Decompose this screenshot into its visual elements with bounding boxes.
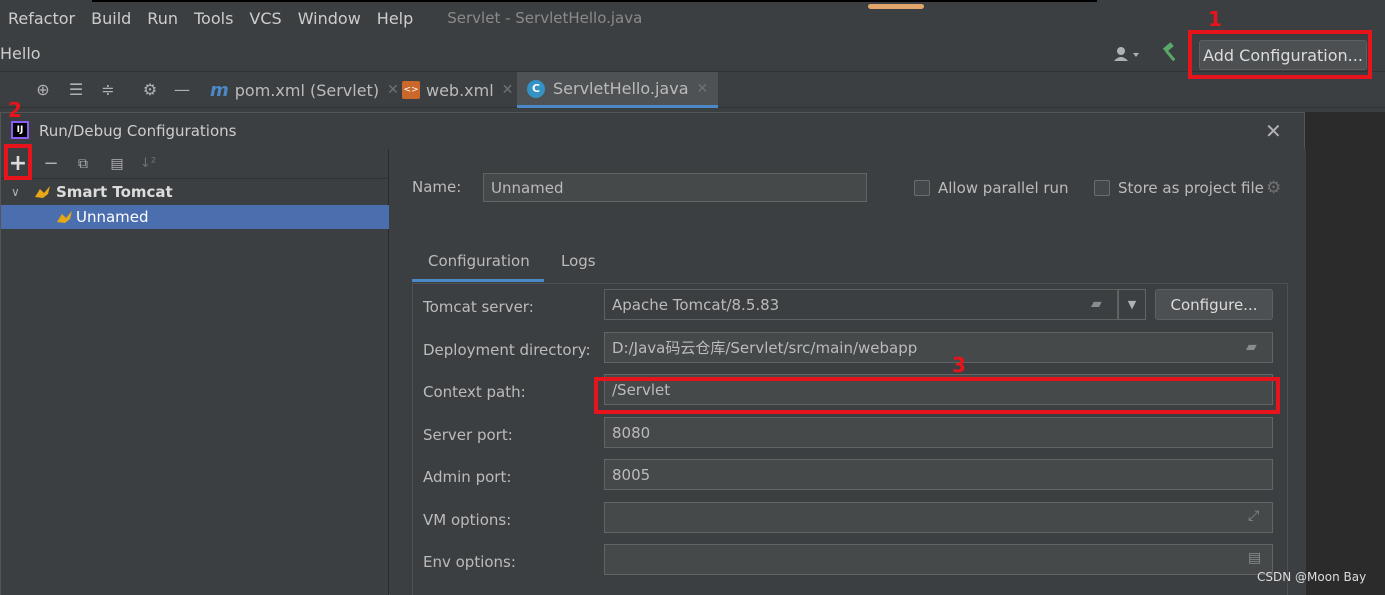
tomcat-icon — [34, 185, 52, 199]
document-icon[interactable]: ▤ — [1248, 550, 1261, 566]
deployment-dir-value: D:/Java码云仓库/Servlet/src/main/webapp — [612, 339, 918, 357]
annotation-box-2 — [4, 144, 32, 180]
admin-port-field[interactable]: 8005 — [604, 459, 1273, 490]
editor-background — [1305, 112, 1385, 595]
tomcat-icon — [56, 210, 74, 224]
config-tree-toolbar: + − ⧉ ▤ ↓² — [1, 149, 389, 179]
tree-group-label: Smart Tomcat — [56, 183, 173, 201]
allow-parallel-label: Allow parallel run — [938, 179, 1069, 197]
tab-configuration[interactable]: Configuration — [412, 252, 544, 282]
store-project-checkbox[interactable] — [1094, 180, 1110, 196]
tomcat-server-dropdown[interactable]: ▼ — [1118, 289, 1146, 320]
watermark: CSDN @Moon Bay — [1257, 570, 1367, 584]
progress-indicator — [868, 4, 924, 9]
allow-parallel-checkbox[interactable] — [914, 180, 930, 196]
annotation-number-1: 1 — [1208, 7, 1222, 31]
annotation-box-1 — [1188, 30, 1372, 79]
tab-logs[interactable]: Logs — [561, 252, 596, 270]
hide-icon[interactable]: — — [172, 80, 192, 100]
copy-icon[interactable]: ⧉ — [72, 153, 94, 175]
close-icon[interactable]: ✕ — [502, 82, 514, 98]
annotation-box-3 — [594, 377, 1280, 414]
main-toolbar: Hello — [0, 36, 1385, 72]
tomcat-server-value: Apache Tomcat/8.5.83 — [612, 295, 780, 314]
menu-run[interactable]: Run — [139, 9, 186, 28]
admin-port-value: 8005 — [612, 465, 651, 484]
menu-bar: Refactor Build Run Tools VCS Window Help… — [0, 0, 1385, 36]
menu-build[interactable]: Build — [83, 9, 139, 28]
configure-button[interactable]: Configure... — [1155, 289, 1273, 320]
tomcat-server-label: Tomcat server: — [423, 298, 534, 316]
context-path-label: Context path: — [423, 383, 526, 401]
store-project-label: Store as project file — [1118, 179, 1264, 197]
name-value: Unnamed — [491, 178, 564, 197]
config-tree-panel: + − ⧉ ▤ ↓² ∨ Smart Tomcat Unnamed — [1, 149, 389, 595]
deployment-dir-label: Deployment directory: — [423, 341, 591, 359]
menu-window[interactable]: Window — [290, 9, 369, 28]
project-breadcrumb[interactable]: Hello — [0, 44, 41, 63]
window-title: Servlet - ServletHello.java — [447, 9, 643, 27]
close-icon[interactable]: ✕ — [1265, 119, 1282, 143]
tab-label: web.xml — [426, 80, 494, 100]
annotation-number-2: 2 — [8, 98, 22, 122]
vm-options-label: VM options: — [423, 511, 512, 529]
sort-icon[interactable]: ↓² — [137, 153, 159, 175]
admin-port-label: Admin port: — [423, 468, 512, 486]
run-debug-dialog: IJ Run/Debug Configurations ✕ + − ⧉ ▤ ↓²… — [0, 112, 1306, 595]
expand-all-icon[interactable]: ☰ — [66, 80, 86, 100]
xml-file-icon: <> — [402, 81, 420, 99]
tomcat-server-select[interactable]: Apache Tomcat/8.5.83 ▰ — [604, 289, 1118, 320]
env-options-label: Env options: — [423, 553, 516, 571]
chevron-down-icon[interactable]: ∨ — [11, 185, 20, 199]
build-hammer-icon[interactable] — [1160, 42, 1182, 64]
chevron-down-icon: ▼ — [1127, 298, 1137, 311]
gear-icon[interactable]: ⚙ — [140, 80, 160, 100]
menu-refactor[interactable]: Refactor — [0, 9, 83, 28]
vm-options-field[interactable]: ⤢ — [604, 502, 1273, 533]
name-label: Name: — [412, 178, 462, 196]
deployment-dir-field[interactable]: D:/Java码云仓库/Servlet/src/main/webapp ▰ — [604, 332, 1273, 363]
tab-label: pom.xml (Servlet) — [234, 80, 380, 100]
name-field[interactable]: Unnamed — [483, 173, 867, 202]
tab-pom-xml[interactable]: m pom.xml (Servlet) ✕ — [210, 72, 399, 108]
menu-vcs[interactable]: VCS — [241, 9, 289, 28]
folder-icon[interactable]: ▰ — [1091, 296, 1102, 312]
tab-servlethello-java[interactable]: C ServletHello.java ✕ — [517, 72, 719, 108]
tab-label: ServletHello.java — [553, 79, 689, 98]
intellij-app-icon: IJ — [11, 121, 29, 139]
editor-tab-strip: ⊕ ☰ ≑ ⚙ — m pom.xml (Servlet) ✕ <> web.x… — [0, 72, 1385, 108]
collapse-all-icon[interactable]: ≑ — [98, 80, 118, 100]
locate-target-icon[interactable]: ⊕ — [33, 80, 53, 100]
config-detail-panel: Name: Unnamed Allow parallel run Store a… — [390, 149, 1306, 595]
annotation-number-3: 3 — [952, 353, 966, 377]
dialog-title: Run/Debug Configurations — [39, 122, 237, 140]
server-port-label: Server port: — [423, 426, 513, 444]
user-icon[interactable] — [1112, 45, 1144, 63]
env-options-field[interactable]: ▤ — [604, 544, 1273, 575]
top-border-line — [92, 0, 1097, 2]
menu-help[interactable]: Help — [369, 9, 421, 28]
menu-tools[interactable]: Tools — [186, 9, 241, 28]
folder-icon[interactable]: ▰ — [1246, 339, 1257, 355]
configuration-form: Tomcat server: Apache Tomcat/8.5.83 ▰ ▼ … — [412, 283, 1288, 595]
close-icon[interactable]: ✕ — [697, 81, 709, 97]
java-class-icon: C — [527, 79, 545, 98]
tree-group-smart-tomcat[interactable]: ∨ Smart Tomcat — [1, 180, 389, 204]
server-port-value: 8080 — [612, 423, 651, 442]
tab-web-xml[interactable]: <> web.xml ✕ — [402, 72, 513, 108]
new-folder-icon[interactable]: ▤ — [106, 153, 128, 175]
tree-item-label: Unnamed — [76, 208, 149, 226]
gear-icon[interactable]: ⚙ — [1266, 178, 1281, 198]
close-icon[interactable]: ✕ — [387, 82, 399, 98]
dialog-title-bar: IJ Run/Debug Configurations ✕ — [1, 113, 1306, 149]
remove-icon[interactable]: − — [40, 153, 62, 175]
maven-file-icon: m — [210, 79, 229, 101]
tree-item-unnamed[interactable]: Unnamed — [1, 205, 389, 229]
server-port-field[interactable]: 8080 — [604, 417, 1273, 448]
expand-icon[interactable]: ⤢ — [1248, 508, 1259, 524]
